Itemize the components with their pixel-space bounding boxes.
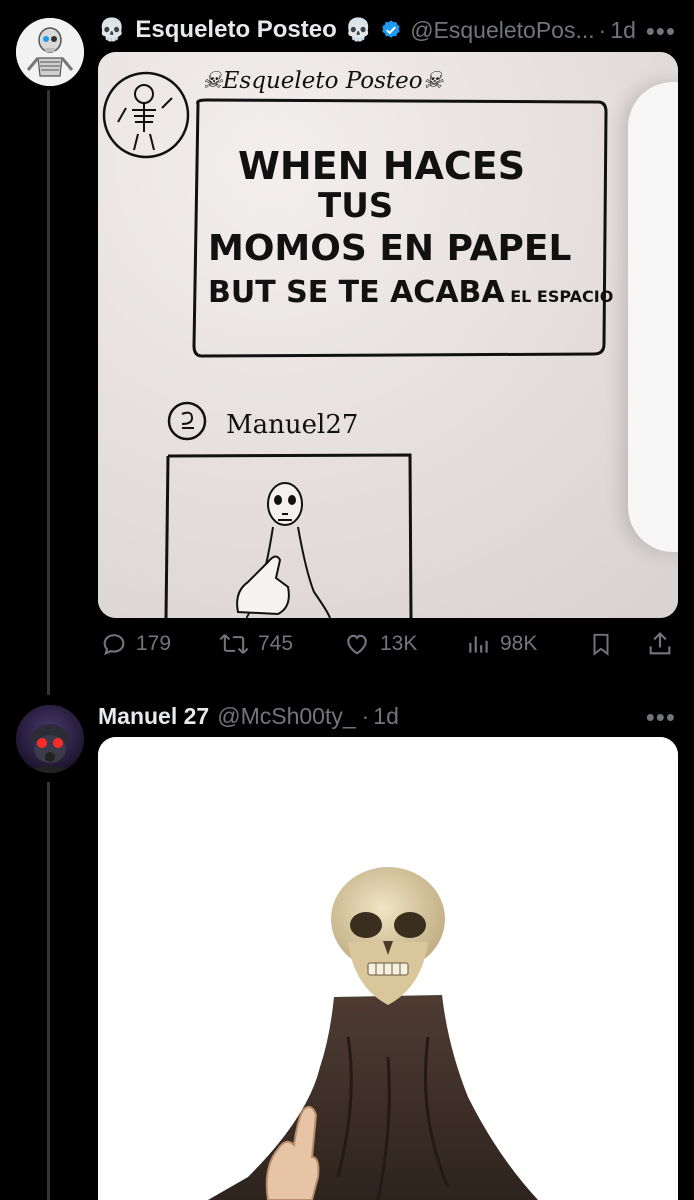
post-image-comic[interactable]: ☠Esqueleto Posteo☠ WHEN HACES TUS MOMOS … xyxy=(98,52,678,618)
repost-count: 745 xyxy=(258,632,294,655)
display-name[interactable]: Esqueleto Posteo xyxy=(135,16,336,44)
gas-mask-avatar-icon xyxy=(16,705,84,773)
comic-reply-name: Manuel27 xyxy=(226,410,359,440)
post-header: Manuel 27 @McSh00ty_ · 1d xyxy=(98,699,399,733)
comic-header-name: ☠Esqueleto Posteo☠ xyxy=(202,68,444,94)
thread-line xyxy=(47,90,50,695)
more-options-icon[interactable]: ••• xyxy=(646,16,676,47)
views-count: 98K xyxy=(500,632,538,655)
skull-emoji-icon: 💀 xyxy=(98,17,126,42)
post-image-skull-puppet[interactable] xyxy=(98,737,678,1200)
heart-icon xyxy=(347,634,367,655)
timestamp[interactable]: 1d xyxy=(373,703,399,730)
action-bar: 179 745 13K 98K xyxy=(98,630,678,666)
avatar-esqueleto[interactable] xyxy=(16,18,84,86)
more-options-icon[interactable]: ••• xyxy=(646,702,676,733)
paper-drawing xyxy=(98,52,678,618)
caption-line-4b: EL ESPACIO xyxy=(510,287,614,306)
comic-caption: WHEN HACES TUS MOMOS EN PAPEL BUT SE TE … xyxy=(208,144,613,310)
skull-emoji-icon: 💀 xyxy=(344,17,373,42)
share-button[interactable] xyxy=(646,630,674,658)
share-icon xyxy=(649,632,671,655)
caption-line-2: TUS xyxy=(318,186,394,226)
bookmark-icon xyxy=(593,633,609,656)
handle[interactable]: @EsqueletoPos... xyxy=(410,17,594,44)
views-button[interactable]: 98K xyxy=(466,630,537,658)
like-button[interactable]: 13K xyxy=(342,630,417,658)
timestamp[interactable]: 1d xyxy=(610,17,636,44)
views-icon xyxy=(469,636,488,653)
thread-line xyxy=(47,782,50,1200)
white-object-right xyxy=(628,82,678,552)
like-count: 13K xyxy=(380,632,418,655)
reply-icon xyxy=(103,634,125,656)
reply-count: 179 xyxy=(136,632,172,655)
separator-dot: · xyxy=(361,702,370,729)
post-header: 💀 Esqueleto Posteo 💀 @EsqueletoPos... · … xyxy=(98,13,636,47)
caption-line-1: WHEN HACES xyxy=(238,144,526,188)
skull-puppet-image xyxy=(98,737,678,1200)
display-name[interactable]: Manuel 27 xyxy=(98,703,209,730)
avatar-manuel[interactable] xyxy=(16,705,84,773)
repost-icon xyxy=(219,634,249,654)
skeleton-avatar-icon xyxy=(16,18,84,86)
handle[interactable]: @McSh00ty_ xyxy=(217,703,355,730)
bookmark-button[interactable] xyxy=(588,630,614,658)
caption-line-4a: BUT SE TE ACABA xyxy=(208,275,505,310)
reply-button[interactable]: 179 xyxy=(100,630,171,658)
verified-badge-icon xyxy=(380,19,402,41)
repost-button[interactable]: 745 xyxy=(218,630,293,658)
separator-dot: · xyxy=(598,16,607,43)
caption-line-3: MOMOS EN PAPEL xyxy=(208,228,572,269)
